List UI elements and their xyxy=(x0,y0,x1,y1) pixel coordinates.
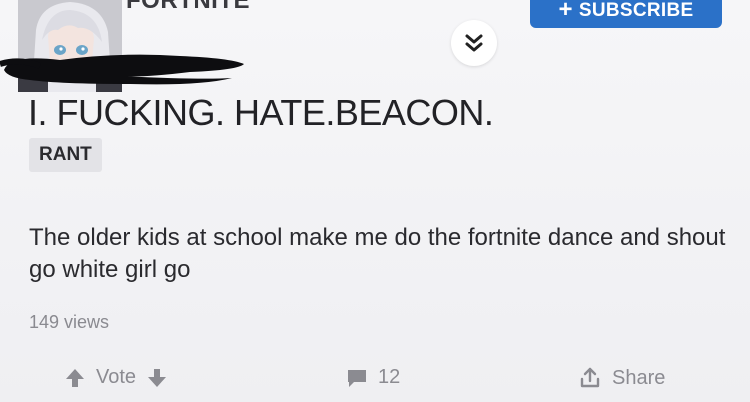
action-bar: Vote 12 Share xyxy=(0,366,750,398)
post-title: I. FUCKING. HATE.BEACON. xyxy=(28,92,494,133)
view-count: 149 views xyxy=(29,312,110,332)
plus-icon: + xyxy=(558,0,573,23)
downvote-icon[interactable] xyxy=(146,367,168,389)
share-label: Share xyxy=(612,366,666,389)
double-chevron-down-icon xyxy=(465,34,483,52)
share-icon xyxy=(580,367,600,388)
post-page: FORTNITE + SUBSCRIBE I. FUCKING. HATE.BE… xyxy=(0,0,750,402)
redaction-scribble xyxy=(0,54,244,85)
community-name[interactable]: FORTNITE xyxy=(126,0,250,15)
share-button[interactable]: Share xyxy=(578,366,665,390)
upvote-icon[interactable] xyxy=(64,367,86,389)
vote-control: Vote xyxy=(64,366,168,389)
subscribe-button[interactable]: + SUBSCRIBE xyxy=(530,0,722,28)
collapse-button[interactable] xyxy=(451,20,497,66)
vote-label: Vote xyxy=(96,366,137,388)
comment-count: 12 xyxy=(378,366,401,388)
comment-icon xyxy=(348,369,366,387)
post-flair-tag[interactable]: RANT xyxy=(29,138,102,172)
subscribe-label: SUBSCRIBE xyxy=(578,0,694,21)
post-body: The older kids at school make me do the … xyxy=(29,224,726,283)
comments-button[interactable]: 12 xyxy=(346,366,400,389)
